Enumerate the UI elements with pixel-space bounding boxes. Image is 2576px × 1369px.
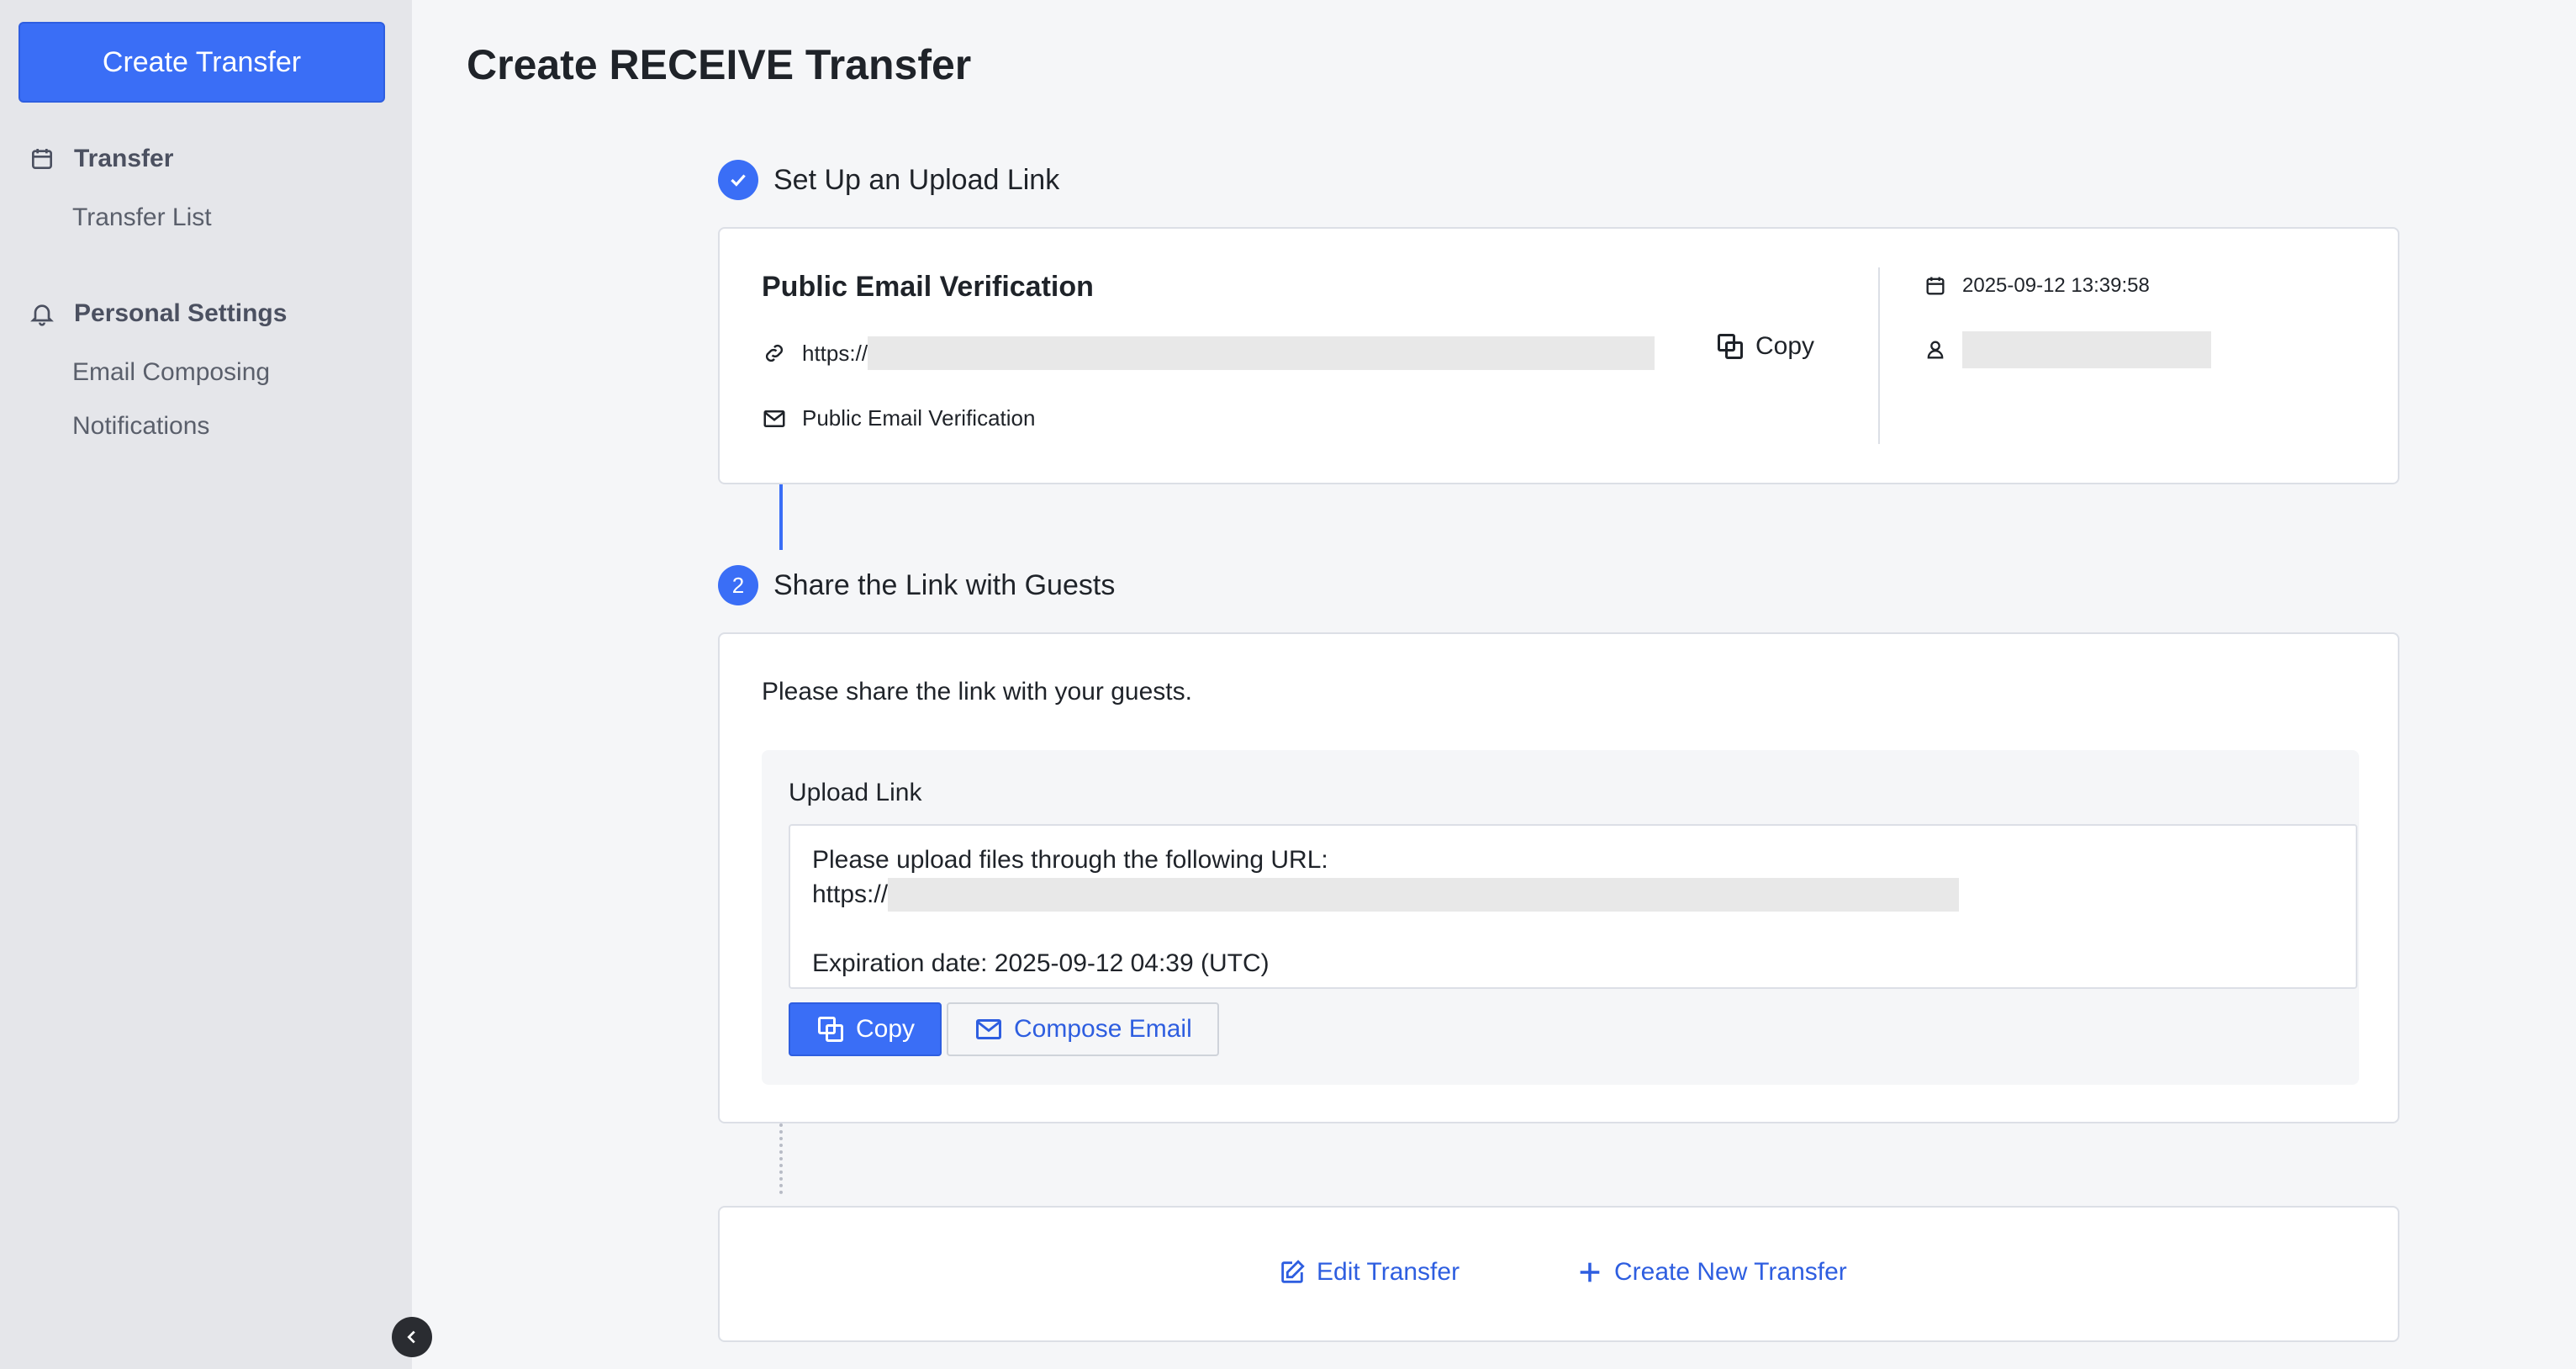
redacted-owner <box>1962 331 2211 368</box>
created-date: 2025-09-12 13:39:58 <box>1962 274 2150 297</box>
share-instructions: Please share the link with your guests. <box>762 678 1192 706</box>
compose-email-button[interactable]: Compose Email <box>947 1002 1219 1056</box>
copy-message-label: Copy <box>856 1015 916 1043</box>
compose-email-label: Compose Email <box>1014 1015 1192 1043</box>
sidebar-item-transfer-list[interactable]: Transfer List <box>72 204 212 232</box>
share-link-card: Please share the link with your guests. … <box>718 632 2399 1123</box>
calendar-icon <box>32 149 52 169</box>
nav-group-transfer[interactable]: Transfer <box>29 145 173 173</box>
verification-row: Public Email Verification <box>762 405 1035 431</box>
create-new-transfer-label: Create New Transfer <box>1614 1258 1847 1286</box>
actions-card: Edit Transfer Create New Transfer <box>718 1206 2399 1342</box>
step-2-header: 2 Share the Link with Guests <box>718 565 1115 605</box>
edit-transfer-link[interactable]: Edit Transfer <box>1278 1258 1460 1287</box>
edit-icon <box>1281 1260 1305 1283</box>
chevron-left-icon <box>407 1330 415 1344</box>
created-date-row: 2025-09-12 13:39:58 <box>1924 274 2150 298</box>
sidebar-item-email-composing[interactable]: Email Composing <box>72 358 270 387</box>
divider <box>1878 267 1880 444</box>
verification-label: Public Email Verification <box>802 405 1036 431</box>
copy-message-button[interactable]: Copy <box>789 1002 942 1056</box>
owner-row <box>1924 331 2211 368</box>
create-new-transfer-link[interactable]: Create New Transfer <box>1576 1258 1847 1287</box>
calendar-icon <box>1926 277 1945 295</box>
verification-heading: Public Email Verification <box>762 271 1094 303</box>
sidebar: Create Transfer Transfer Transfer List P… <box>0 0 412 1369</box>
upload-url-row: https:// <box>762 336 1655 370</box>
bell-icon <box>30 304 54 326</box>
mail-icon <box>763 410 785 427</box>
user-icon <box>1927 341 1944 359</box>
edit-transfer-label: Edit Transfer <box>1317 1258 1460 1286</box>
step-connector <box>779 484 783 550</box>
upload-url-prefix: https:// <box>802 340 868 366</box>
step-2-title: Share the Link with Guests <box>773 568 1116 601</box>
step-1-indicator <box>718 160 758 200</box>
redacted-url <box>868 336 1655 370</box>
nav-group-personal-settings-label: Personal Settings <box>74 299 288 327</box>
upload-link-label: Upload Link <box>789 779 922 806</box>
link-icon <box>765 344 784 362</box>
copy-url-label: Copy <box>1755 332 1815 360</box>
upload-link-panel: Upload Link Please upload files through … <box>762 750 2359 1085</box>
step-2-indicator: 2 <box>718 565 758 605</box>
sidebar-collapse-button[interactable] <box>392 1317 432 1357</box>
expiration-date: Expiration date: 2025-09-12 04:39 (UTC) <box>812 949 1270 977</box>
sidebar-item-notifications[interactable]: Notifications <box>72 412 209 441</box>
page-title: Create RECEIVE Transfer <box>467 41 972 88</box>
redacted-message-url <box>888 877 1960 912</box>
message-url-line: https:// <box>812 877 2334 912</box>
check-icon <box>731 174 746 187</box>
step-1-header: Set Up an Upload Link <box>718 160 1059 200</box>
message-url-prefix: https:// <box>812 880 889 908</box>
message-line-1: Please upload files through the followin… <box>812 846 1328 874</box>
create-transfer-button[interactable]: Create Transfer <box>18 22 385 103</box>
mail-icon <box>976 1019 1001 1039</box>
copy-url-button[interactable]: Copy <box>1715 331 1814 362</box>
upload-link-card: Public Email Verification https:// Copy … <box>718 227 2399 484</box>
copy-icon <box>1718 334 1743 359</box>
copy-icon <box>818 1017 843 1042</box>
step-1-title: Set Up an Upload Link <box>773 163 1060 196</box>
nav-group-personal-settings[interactable]: Personal Settings <box>29 299 287 328</box>
step-connector-pending <box>779 1123 783 1194</box>
upload-link-message[interactable]: Please upload files through the followin… <box>789 824 2357 989</box>
plus-icon <box>1580 1262 1600 1282</box>
nav-group-transfer-label: Transfer <box>74 145 174 172</box>
